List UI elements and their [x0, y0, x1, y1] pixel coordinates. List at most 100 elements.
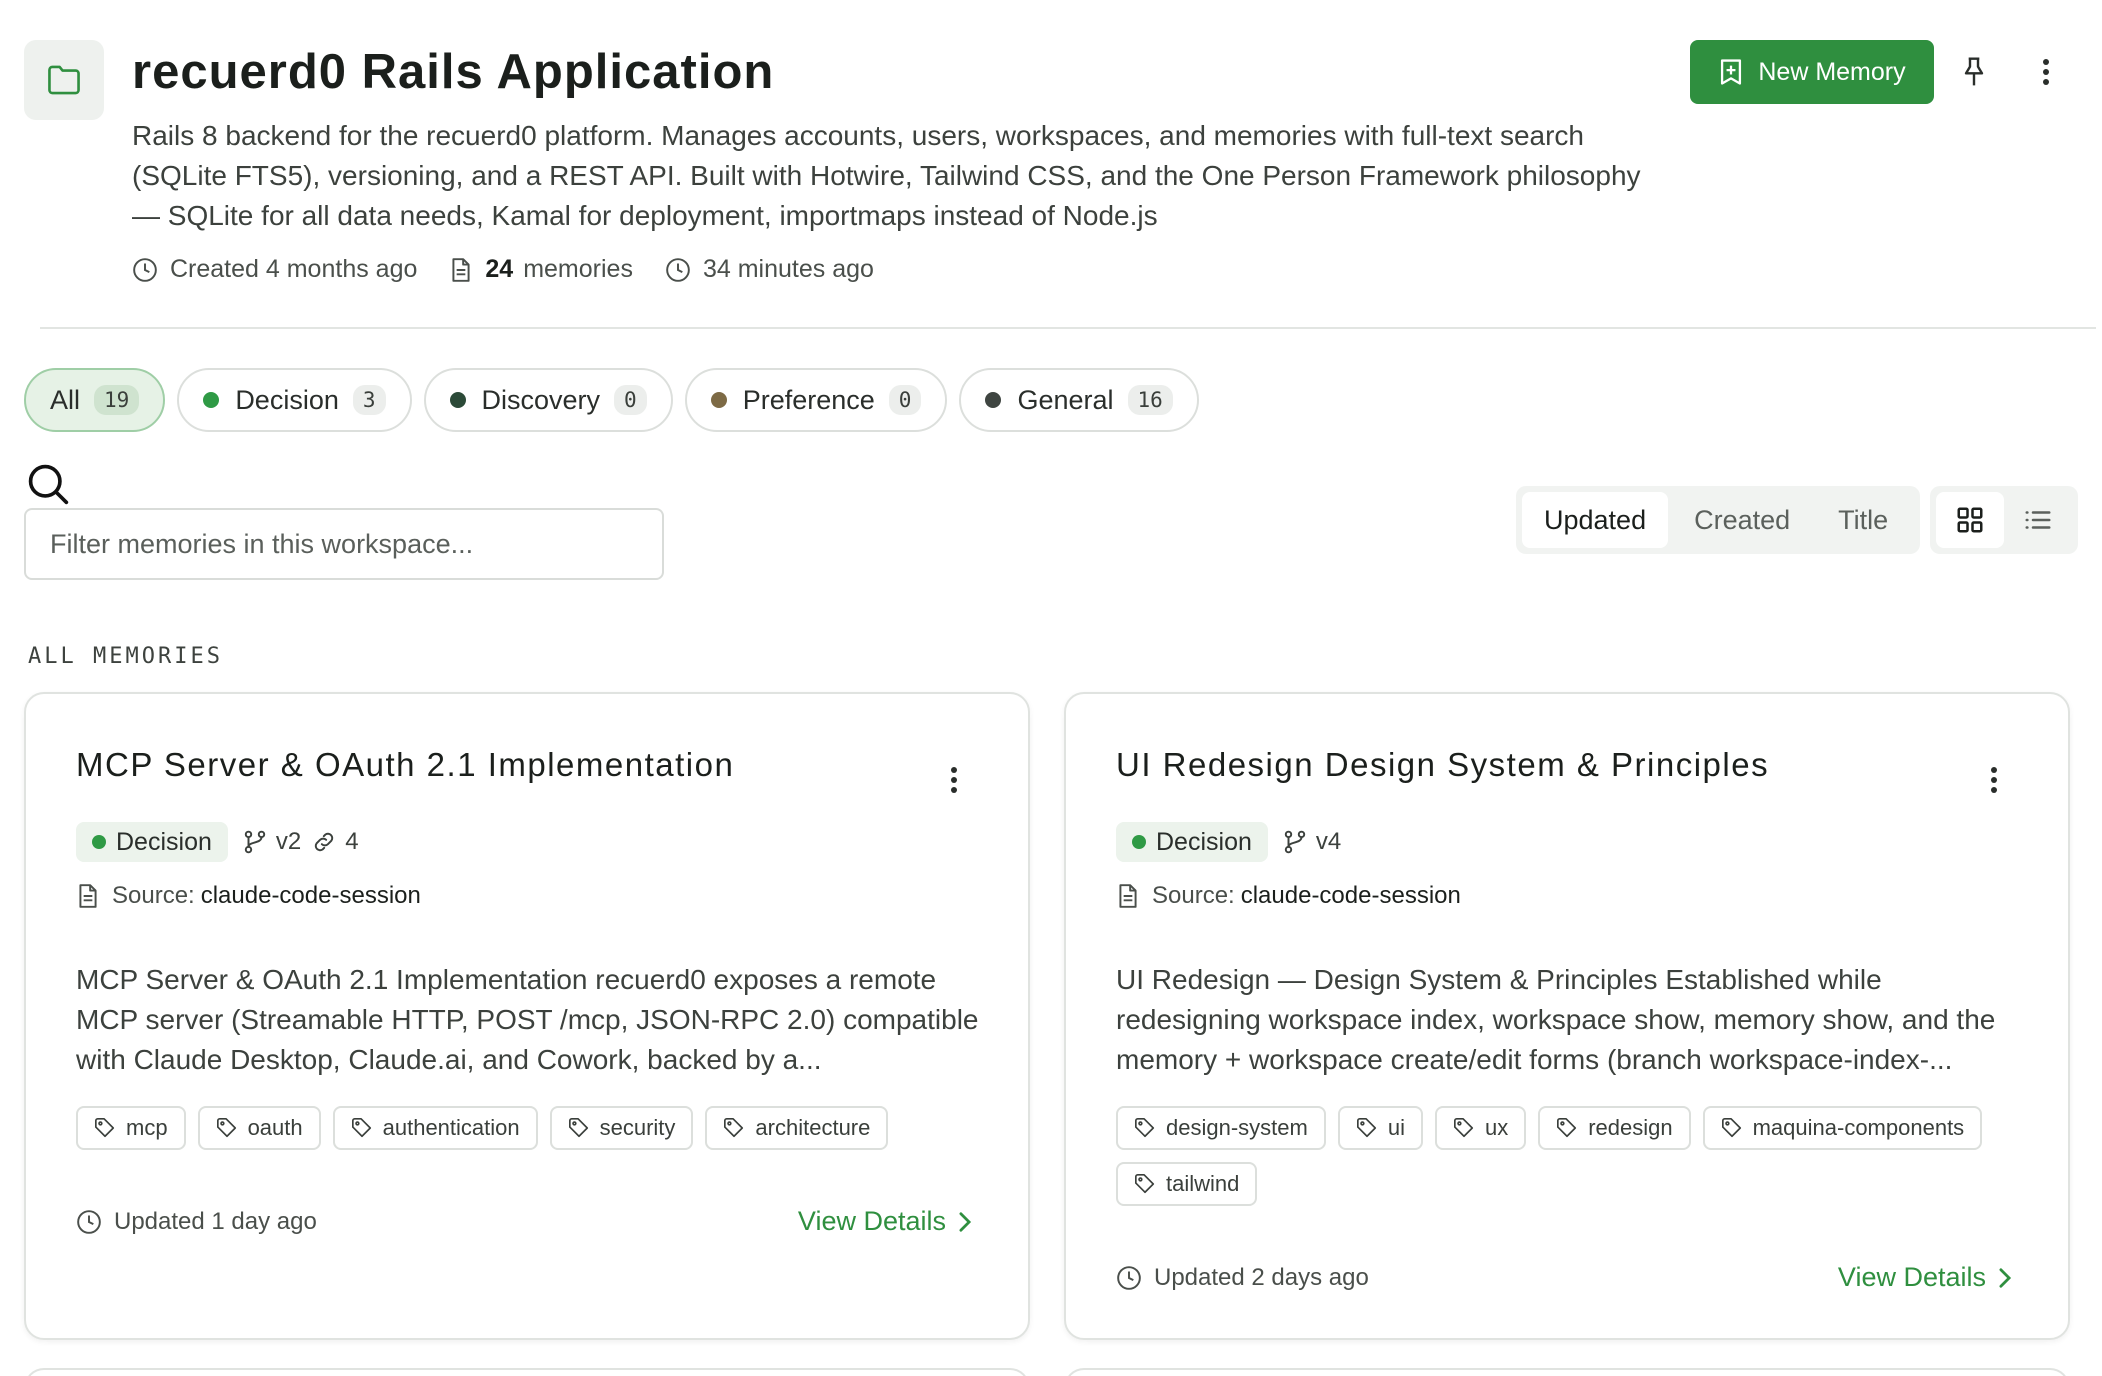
next-memory-card[interactable]: [24, 1368, 1030, 1376]
version-label: v4: [1315, 828, 1342, 855]
tag-chip[interactable]: redesign: [1538, 1106, 1691, 1150]
tag-chip[interactable]: authentication: [332, 1106, 538, 1150]
memory-menu-button[interactable]: [1976, 758, 2012, 802]
new-memory-button[interactable]: New Memory: [1690, 40, 1934, 104]
tag-chip[interactable]: oauth: [197, 1106, 321, 1150]
memory-count-meta: 24 memories: [449, 255, 633, 284]
updated-text: 34 minutes ago: [702, 255, 874, 283]
memory-footer: Updated 2 days ago View Details: [1116, 1262, 2012, 1293]
tag-icon: [1135, 1118, 1155, 1138]
tag-label: ui: [1387, 1115, 1405, 1140]
memory-count: 24: [485, 255, 514, 283]
created-meta: Created 4 months ago: [132, 255, 417, 284]
updated-meta: 34 minutes ago: [665, 255, 874, 284]
sort-created[interactable]: Created: [1672, 492, 1812, 548]
pin-button[interactable]: [1952, 50, 1996, 94]
discovery-dot-icon: [449, 392, 466, 408]
memory-menu-button[interactable]: [936, 758, 972, 802]
more-vertical-icon: [1991, 767, 1997, 793]
folder-icon: [48, 65, 80, 95]
workspace-menu-button[interactable]: [2024, 50, 2068, 94]
updated-text: Updated 1 day ago: [114, 1207, 317, 1235]
memory-updated: Updated 1 day ago: [76, 1208, 317, 1236]
workspace-description: Rails 8 backend for the recuerd0 platfor…: [132, 120, 1641, 231]
filter-preference[interactable]: Preference 0: [684, 368, 948, 432]
git-branch-icon: [244, 830, 266, 854]
tag-icon: [724, 1118, 744, 1138]
decision-dot-icon: [203, 392, 220, 408]
tag-label: ux: [1484, 1115, 1509, 1140]
filter-discovery[interactable]: Discovery 0: [423, 368, 673, 432]
bookmark-plus-icon: [1721, 59, 1742, 85]
tag-icon: [1356, 1118, 1376, 1138]
tag-icon: [351, 1118, 371, 1138]
grid-view-button[interactable]: [1936, 492, 2004, 548]
tag-label: authentication: [382, 1115, 520, 1140]
memory-source: Source: claude-code-session: [1116, 882, 1461, 910]
memory-updated: Updated 2 days ago: [1116, 1264, 1369, 1292]
memory-source: Source: claude-code-session: [76, 882, 421, 910]
filter-label: Decision: [235, 384, 339, 415]
decision-dot-icon: [92, 835, 106, 849]
tag-label: architecture: [755, 1115, 871, 1140]
filter-all[interactable]: All 19: [24, 368, 166, 432]
links-count: 4: [345, 828, 359, 855]
tag-chip[interactable]: ux: [1434, 1106, 1527, 1150]
memory-count-label: memories: [523, 255, 633, 283]
type-badge: Decision: [1116, 822, 1268, 862]
source-value: claude-code-session: [1240, 882, 1461, 909]
list-view-button[interactable]: [2004, 492, 2072, 548]
sort-toggle: Updated Created Title: [1516, 486, 1921, 554]
source-label: Source:: [112, 882, 195, 909]
tag-icon: [1135, 1174, 1155, 1194]
tag-chip[interactable]: mcp: [76, 1106, 186, 1150]
tag-chip[interactable]: security: [549, 1106, 694, 1150]
version-chip: v4: [1282, 828, 1341, 856]
tag-label: security: [599, 1115, 676, 1140]
sort-title[interactable]: Title: [1816, 492, 1910, 548]
view-details-label: View Details: [1837, 1262, 1986, 1292]
git-branch-icon: [1284, 830, 1306, 854]
memory-title[interactable]: MCP Server & OAuth 2.1 Implementation: [76, 746, 734, 784]
link-icon: [315, 832, 334, 852]
source-label: Source:: [1152, 882, 1235, 909]
sort-updated[interactable]: Updated: [1522, 492, 1669, 548]
view-details-link[interactable]: View Details: [798, 1206, 972, 1237]
tag-label: design-system: [1166, 1115, 1308, 1140]
clock-icon: [133, 257, 157, 282]
new-memory-label: New Memory: [1758, 57, 1906, 86]
next-memory-card[interactable]: [1064, 1368, 2070, 1376]
tag-chip[interactable]: tailwind: [1116, 1162, 1258, 1206]
preference-dot-icon: [710, 392, 727, 408]
view-details-link[interactable]: View Details: [1838, 1262, 2012, 1293]
chevron-right-icon: [959, 1211, 972, 1232]
tag-chip[interactable]: ui: [1337, 1106, 1423, 1150]
filter-general[interactable]: General 16: [959, 368, 1199, 432]
clock-icon: [77, 1209, 101, 1234]
filter-decision[interactable]: Decision 3: [177, 368, 412, 432]
tag-label: mcp: [126, 1115, 168, 1140]
tag-chip[interactable]: design-system: [1116, 1106, 1326, 1150]
filter-label: Discovery: [481, 384, 601, 415]
tag-chip[interactable]: architecture: [705, 1106, 889, 1150]
workspace-meta: Created 4 months ago 24 memories 34 minu…: [132, 255, 906, 284]
workspace-icon-box: [24, 40, 104, 120]
decision-dot-icon: [1132, 835, 1146, 849]
document-icon: [79, 884, 97, 908]
tag-chip[interactable]: maquina-components: [1702, 1106, 1983, 1150]
type-label: Decision: [116, 827, 212, 856]
memory-card[interactable]: MCP Server & OAuth 2.1 Implementation De…: [24, 692, 1030, 1340]
created-text: Created 4 months ago: [170, 255, 418, 283]
search-input[interactable]: [24, 508, 664, 580]
tag-icon: [1721, 1118, 1741, 1138]
memory-title[interactable]: UI Redesign Design System & Principles: [1116, 746, 1769, 784]
clock-icon: [1117, 1265, 1141, 1290]
memory-badges: Decision v2 4: [76, 822, 369, 862]
memory-card[interactable]: UI Redesign Design System & Principles D…: [1064, 692, 2070, 1340]
clock-icon: [666, 257, 690, 282]
filter-label: General: [1017, 384, 1114, 415]
memory-badges: Decision v4: [1116, 822, 1351, 862]
pin-icon: [1964, 57, 1984, 86]
filter-count: 0: [614, 385, 647, 415]
tag-label: oauth: [247, 1115, 303, 1140]
